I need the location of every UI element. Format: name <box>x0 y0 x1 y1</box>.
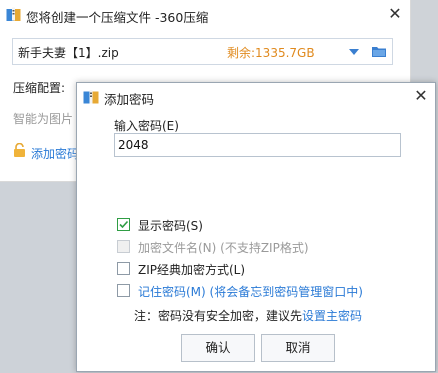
archive-path-field[interactable]: 新手夫妻【1】.zip 剩余:1335.7GB <box>12 38 393 65</box>
chevron-down-icon[interactable] <box>348 47 360 57</box>
compress-window-titlebar: 您将创建一个压缩文件 -360压缩 ✕ <box>0 0 410 30</box>
close-icon[interactable]: ✕ <box>385 4 405 24</box>
close-icon[interactable]: ✕ <box>411 86 431 106</box>
archive-app-icon <box>6 7 21 21</box>
free-space-label: 剩余:1335.7GB <box>227 46 315 60</box>
dialog-title: 添加密码 <box>104 92 155 107</box>
add-password-dialog: 添加密码 ✕ 输入密码(E) 显示密码(S) 加密文件名(N) (不支持ZIP格… <box>76 82 436 372</box>
show-password-checkbox[interactable] <box>117 218 130 231</box>
show-password-label: 显示密码(S) <box>138 219 203 233</box>
password-input[interactable] <box>114 133 401 157</box>
security-note-text: 注：密码没有安全加密，建议先 <box>134 309 303 323</box>
password-label: 输入密码(E) <box>114 119 179 133</box>
cancel-button[interactable]: 取消 <box>261 334 335 362</box>
remember-password-checkbox[interactable] <box>117 284 130 297</box>
confirm-button[interactable]: 确认 <box>181 334 255 362</box>
compress-config-label: 压缩配置: <box>13 81 66 95</box>
archive-path-value: 新手夫妻【1】.zip <box>18 46 119 60</box>
lock-icon <box>14 143 25 157</box>
security-note: 注：密码没有安全加密，建议先设置主密码 <box>134 307 362 324</box>
zip-classic-encryption-label: ZIP经典加密方式(L) <box>138 263 246 277</box>
add-password-link[interactable]: 添加密码 <box>31 145 79 162</box>
smart-image-text: 智能为图片 <box>13 112 74 126</box>
set-master-password-link[interactable]: 设置主密码 <box>302 309 362 323</box>
zip-classic-encryption-checkbox[interactable] <box>117 262 130 275</box>
checkmark-icon <box>119 220 129 229</box>
encrypt-filenames-option: 加密文件名(N) (不支持ZIP格式) <box>117 240 377 256</box>
show-password-option[interactable]: 显示密码(S) <box>117 218 357 234</box>
encrypt-filenames-label: 加密文件名(N) (不支持ZIP格式) <box>138 241 309 255</box>
zip-classic-encryption-option[interactable]: ZIP经典加密方式(L) <box>117 262 357 278</box>
archive-app-icon <box>83 90 99 104</box>
compress-window-title: 您将创建一个压缩文件 -360压缩 <box>26 10 209 25</box>
remember-password-label: 记住密码(M) (将会备忘到密码管理窗口中) <box>138 285 363 299</box>
remember-password-option[interactable]: 记住密码(M) (将会备忘到密码管理窗口中) <box>117 284 417 300</box>
folder-icon[interactable] <box>371 44 387 59</box>
encrypt-filenames-checkbox <box>117 240 130 253</box>
